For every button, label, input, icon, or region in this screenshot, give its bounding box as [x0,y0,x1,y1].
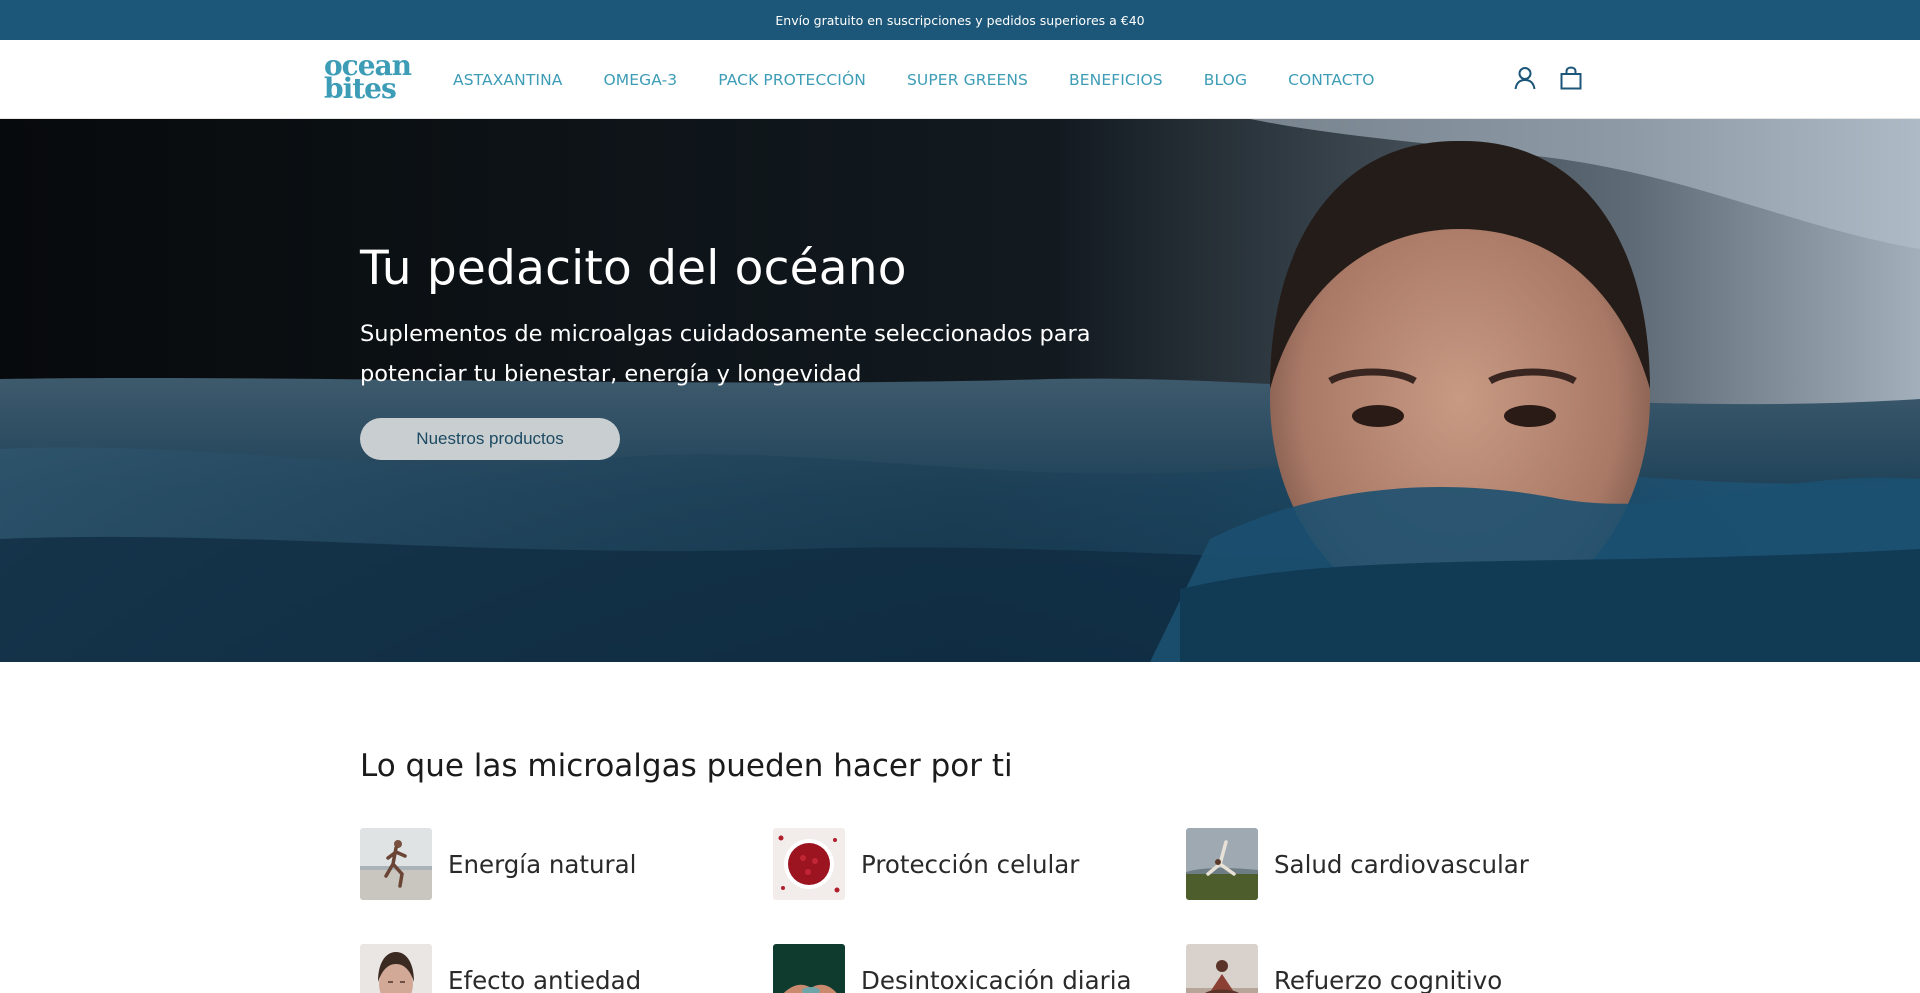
brand-logo[interactable]: ocean bites [324,52,416,106]
nav-item-blog[interactable]: BLOG [1204,71,1247,89]
yoga-on-grass-image [1186,828,1258,900]
benefit-label: Efecto antiedad [448,965,642,993]
main-nav: ASTAXANTINA OMEGA-3 PACK PROTECCIÓN SUPE… [453,40,1416,119]
nav-item-pack-proteccion[interactable]: PACK PROTECCIÓN [718,71,866,89]
hero-title: Tu pedacito del océano [360,241,907,296]
header-actions [1512,64,1584,92]
shopping-bag-icon[interactable] [1558,64,1584,92]
nav-item-astaxantina[interactable]: ASTAXANTINA [453,71,562,89]
site-header: ocean bites ASTAXANTINA OMEGA-3 PACK PRO… [0,40,1920,119]
benefit-label: Energía natural [448,849,637,879]
hero-subtitle: Suplementos de microalgas cuidadosamente… [360,321,1091,387]
benefit-label: Desintoxicación diaria [861,965,1132,993]
benefit-item-desintoxicacion[interactable]: Desintoxicación diaria [773,944,1186,993]
nav-item-contacto[interactable]: CONTACTO [1288,71,1375,89]
hero-content: Tu pedacito del océano Suplementos de mi… [360,241,1120,460]
user-icon[interactable] [1512,64,1538,92]
benefit-item-energia[interactable]: Energía natural [360,828,773,900]
red-algae-bowl-image [773,828,845,900]
hero-banner: Tu pedacito del océano Suplementos de mi… [0,119,1920,662]
benefits-title: Lo que las microalgas pueden hacer por t… [360,748,1013,784]
nav-item-super-greens[interactable]: SUPER GREENS [907,71,1028,89]
products-cta-button[interactable]: Nuestros productos [360,418,620,460]
announcement-bar: Envío gratuito en suscripciones y pedido… [0,0,1920,40]
benefit-item-antiedad[interactable]: Efecto antiedad [360,944,773,993]
benefits-section: Lo que las microalgas pueden hacer por t… [360,748,1580,993]
benefit-label: Salud cardiovascular [1274,849,1529,879]
benefit-label: Protección celular [861,849,1080,879]
benefits-grid: Energía natural Protección celular Salud… [360,828,1580,993]
benefit-label: Refuerzo cognitivo [1274,965,1503,993]
woman-face-portrait-image [360,944,432,993]
nav-item-omega-3[interactable]: OMEGA-3 [603,71,677,89]
benefit-item-proteccion[interactable]: Protección celular [773,828,1186,900]
hands-holding-water-image [773,944,845,993]
announcement-text: Envío gratuito en suscripciones y pedido… [775,12,1145,28]
benefit-item-cognitivo[interactable]: Refuerzo cognitivo [1186,944,1580,993]
meditation-seaside-image [1186,944,1258,993]
benefit-item-cardiovascular[interactable]: Salud cardiovascular [1186,828,1580,900]
runner-on-beach-image [360,828,432,900]
nav-item-beneficios[interactable]: BENEFICIOS [1069,71,1163,89]
